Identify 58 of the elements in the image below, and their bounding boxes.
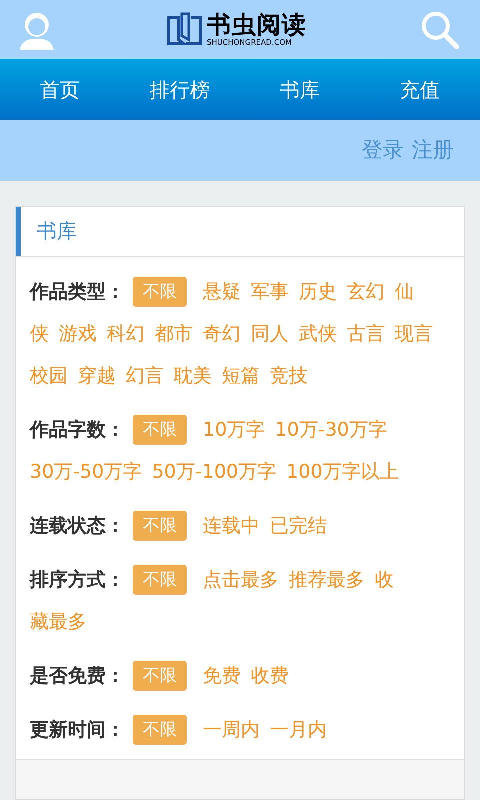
filter-option[interactable]: 短篇 — [222, 354, 260, 397]
filter-option[interactable]: 免费 — [203, 654, 241, 697]
filter-option[interactable]: 游戏 — [59, 312, 97, 355]
filter-option[interactable]: 校园 — [30, 354, 68, 397]
logo-title: 书虫阅读 — [207, 12, 307, 37]
filter-option[interactable]: 不限 — [133, 714, 187, 745]
nav-link[interactable]: 充值 — [360, 74, 480, 105]
filter-option[interactable]: 不限 — [133, 276, 187, 307]
filter-option[interactable]: 不限 — [133, 564, 187, 595]
filter-option[interactable]: 收 — [375, 558, 394, 601]
filter-option[interactable]: 已完结 — [270, 504, 327, 547]
filter-option[interactable]: 100万字以上 — [286, 450, 399, 493]
filter-option[interactable]: 不限 — [133, 660, 187, 691]
filter-option[interactable]: 竞技 — [270, 354, 308, 397]
accent-bar — [16, 206, 21, 256]
filter-label: 是否免费： — [30, 664, 125, 689]
filter-option[interactable]: 连载中 — [203, 504, 260, 547]
filter-label: 更新时间： — [30, 718, 125, 743]
filter-option[interactable]: 不限 — [133, 510, 187, 541]
filter-option[interactable]: 玄幻 — [347, 270, 385, 313]
account-link[interactable]: 注册 — [412, 134, 454, 166]
filter-option[interactable]: 同人 — [251, 312, 289, 355]
nav-link[interactable]: 首页 — [0, 74, 120, 105]
filter-option[interactable]: 穿越 — [78, 354, 116, 397]
filter-option[interactable]: 收费 — [251, 654, 289, 697]
filter-option[interactable]: 耽美 — [174, 354, 212, 397]
filter-option[interactable]: 幻言 — [126, 354, 164, 397]
filter-option[interactable]: 奇幻 — [203, 312, 241, 355]
filter-option[interactable]: 30万-50万字 — [30, 450, 142, 493]
filter-label: 排序方式： — [30, 568, 125, 593]
open-book-icon — [167, 12, 203, 48]
filter-option[interactable]: 10万-30万字 — [275, 408, 388, 451]
search-icon[interactable] — [420, 10, 460, 50]
filter-option[interactable]: 一月内 — [270, 708, 327, 751]
nav-link[interactable]: 排行榜 — [120, 74, 240, 105]
filter-option[interactable]: 古言 — [347, 312, 385, 355]
filter-option[interactable]: 军事 — [251, 270, 289, 313]
filter-option[interactable]: 藏最多 — [30, 600, 87, 643]
filter-option[interactable]: 科幻 — [107, 312, 145, 355]
filter-option[interactable]: 50万-100万字 — [152, 450, 277, 493]
filter-option[interactable]: 仙 — [395, 270, 414, 313]
filter-option[interactable]: 10万字 — [203, 408, 266, 451]
filter-option[interactable]: 点击最多 — [203, 558, 279, 601]
filter-option[interactable]: 一周内 — [203, 708, 260, 751]
filter-option[interactable]: 悬疑 — [203, 270, 241, 313]
account-link[interactable]: 登录 — [362, 134, 404, 166]
filter-option[interactable]: 不限 — [133, 414, 187, 445]
nav-link[interactable]: 书库 — [240, 74, 360, 105]
filter-label: 作品字数： — [30, 418, 125, 443]
filter-label: 作品类型： — [30, 280, 125, 305]
filter-option[interactable]: 现言 — [395, 312, 433, 355]
panel-title: 书库 — [37, 218, 77, 246]
filter-option[interactable]: 推荐最多 — [289, 558, 365, 601]
filter-option[interactable]: 都市 — [155, 312, 193, 355]
filter-option[interactable]: 历史 — [299, 270, 337, 313]
filter-option[interactable]: 侠 — [30, 312, 49, 355]
filter-label: 连载状态： — [30, 514, 125, 539]
filter-option[interactable]: 武侠 — [299, 312, 337, 355]
